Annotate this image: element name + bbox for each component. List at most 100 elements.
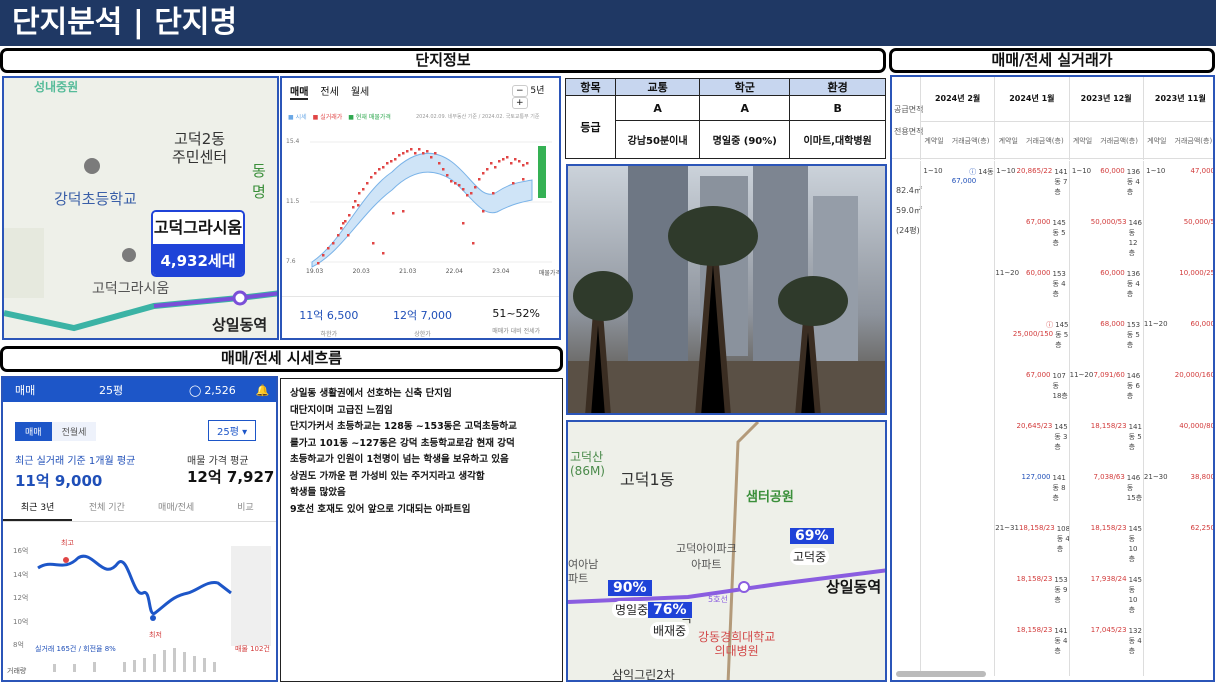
tab-all[interactable]: 전체 기간 [72, 500, 141, 521]
complex-marker[interactable]: 고덕그라시움 4,932세대 [151, 210, 245, 277]
area-values: 82.4㎡ 59.0㎡ (24평) [896, 186, 922, 235]
map2-label-ipark: 고덕아이파크 아파트 [676, 542, 737, 571]
apartment-photo [566, 164, 887, 415]
detail-env: 이마트,대학병원 [789, 120, 886, 159]
horizontal-scrollbar[interactable] [896, 671, 986, 677]
map2-label-line: 5호선 [708, 595, 728, 604]
location-map[interactable]: 성내중원 고덕2동 주민센터 동명 강덕초등학교 고덕그라시움 상일동역 고덕그라… [2, 76, 279, 340]
scatter-point [506, 156, 509, 159]
flag-myeongil[interactable]: 90% [608, 580, 652, 596]
scatter-point [418, 148, 421, 151]
scatter-point [494, 166, 497, 169]
price-tabs: 매매 전세 월세 [290, 83, 369, 100]
scatter-point [492, 192, 495, 195]
scatter-point [498, 160, 501, 163]
scatter-point [347, 234, 350, 237]
deal-row: 50,000/53 146동 12층 [1090, 218, 1142, 257]
trend-y-ticks: 16억 14억 12억 10억 8억 [13, 547, 29, 649]
scatter-point [502, 158, 505, 161]
scatter-point [438, 162, 441, 165]
scatter-point [340, 227, 343, 230]
tab-sale-rent[interactable]: 매매/전세 [142, 500, 211, 521]
trend-type-select[interactable]: 매매 [15, 382, 99, 398]
scatter-point [458, 184, 461, 187]
map-label-dongmyeong: 동명 [252, 162, 266, 201]
deal-row: 1~10 ⓘ 67,000 14동 [923, 167, 994, 185]
description-text: 상일동 생활권에서 선호하는 신축 단지임 대단지이며 고급진 느낌임 단지가커… [290, 388, 517, 515]
bell-icon[interactable]: 🔔 [256, 384, 270, 397]
scatter-point [422, 152, 425, 155]
tab-sale[interactable]: 매매 [290, 83, 309, 100]
recent-value: 11억 9,000 [15, 472, 103, 490]
deal-row: 20,000/160 [1174, 371, 1215, 379]
comment-icon[interactable]: ◯ [189, 384, 201, 397]
deal-row: 7,038/63 146동 15층 [1093, 473, 1143, 502]
grade-header-traffic: 교통 [614, 78, 701, 96]
tab-compare[interactable]: 비교 [211, 500, 276, 521]
toggle-rent[interactable]: 전월세 [51, 422, 97, 441]
school-map[interactable]: 고덕산 (86M) 고덕1동 샘터공원 고덕아이파크 아파트 상일동역 여아남 파트 … [566, 420, 887, 682]
grade-school: A [699, 95, 791, 121]
scatter-point [474, 186, 477, 189]
deal-row: 1~10 60,000 136동 4층 [1071, 167, 1141, 196]
high-tag: 최고 [61, 539, 74, 547]
tab-recent-3y[interactable]: 최근 3년 [3, 500, 73, 521]
scatter-point [317, 262, 320, 265]
scatter-point [370, 176, 373, 179]
trend-area-select[interactable]: 25평 [99, 382, 189, 398]
map-label-complex: 고덕그라시움 [92, 281, 170, 297]
deal-row: 18,158/23 141동 4층 [1016, 626, 1068, 655]
scatter-point [342, 222, 345, 225]
deal-column-2: 1~10 20,865/22 141동 7층 67,000 145동 5층 11~20 60… [994, 161, 1070, 676]
listing-label: 매물 가격 평균 [187, 456, 249, 467]
flag-godeok[interactable]: 69% [790, 528, 834, 544]
scatter-point [414, 152, 417, 155]
toggle-sale[interactable]: 매매 [15, 422, 52, 441]
deal-row: 18,158/23 145동 10층 [1090, 524, 1142, 563]
recent-label: 최근 실거래 기준 1개월 평균 [15, 456, 136, 467]
trend-widget: 매매 25평 ◯ 2,526 🔔 매매 전월세 25평 ▾ 최근 실거래 기준 1… [1, 376, 278, 682]
scatter-point [398, 154, 401, 157]
deal-column-4: 1~10 47,000 50,000/5 10,000/25 11~20 60,000 20… [1142, 161, 1215, 676]
deal-row: 18,158/23 153동 9층 [1016, 575, 1068, 604]
map-label-dong: 고덕2동 주민센터 [172, 130, 228, 166]
grade-env: B [789, 95, 886, 121]
scatter-point [337, 234, 340, 237]
period-select[interactable]: − 5년 + [512, 83, 559, 109]
y-tick-low: 7.6 [286, 258, 296, 265]
chart-legend: ■ 시세 ■ 실거래가 ■ 현재 매물가격 [288, 114, 391, 121]
scatter-point [472, 242, 475, 245]
sub-headers: 계약일 거래금액(층) 계약일 거래금액(층) 계약일 거래금액(층) 계약일 거래금액… [920, 121, 1213, 160]
y-tick-top: 15.4 [286, 138, 300, 145]
low-tag: 최저 [149, 631, 162, 639]
tab-monthly[interactable]: 월세 [351, 83, 369, 100]
map2-label-samik: 삼익그린2차 [612, 668, 675, 682]
area-dropdown[interactable]: 25평 ▾ [208, 420, 257, 441]
apartment-photo-illustration [568, 166, 885, 413]
deal-row: 1~10 20,865/22 141동 7층 [996, 167, 1068, 196]
scatter-point [410, 148, 413, 151]
page-title: 단지분석 | 단지명 [12, 5, 238, 40]
trend-toggle: 매매 전월세 [15, 422, 97, 441]
map-label-station: 상일동역 [212, 316, 268, 334]
scatter-point [402, 210, 405, 213]
scatter-point [406, 150, 409, 153]
map2-label-baejae: 배재중 [650, 622, 690, 639]
scatter-point [332, 242, 335, 245]
tab-jeonse[interactable]: 전세 [320, 83, 338, 100]
scatter-point [348, 214, 351, 217]
scatter-point [374, 172, 377, 175]
flag-baejae[interactable]: 76% [648, 602, 692, 618]
map2-label-dong: 고덕1동 [620, 470, 675, 489]
scatter-point [450, 180, 453, 183]
deal-row: 17,045/23 132동 4층 [1090, 626, 1142, 655]
scatter-point [426, 150, 429, 153]
scatter-point [434, 152, 437, 155]
deal-header: 공급면적 전용면적 2024년 2월 2024년 1월 2023년 12월 202… [892, 77, 1213, 160]
scatter-point [522, 178, 525, 181]
grade-traffic: A [614, 95, 701, 121]
listing-value: 12억 7,927 [187, 468, 275, 486]
scatter-point [490, 162, 493, 165]
scatter-point [392, 212, 395, 215]
scatter-point [322, 254, 325, 257]
